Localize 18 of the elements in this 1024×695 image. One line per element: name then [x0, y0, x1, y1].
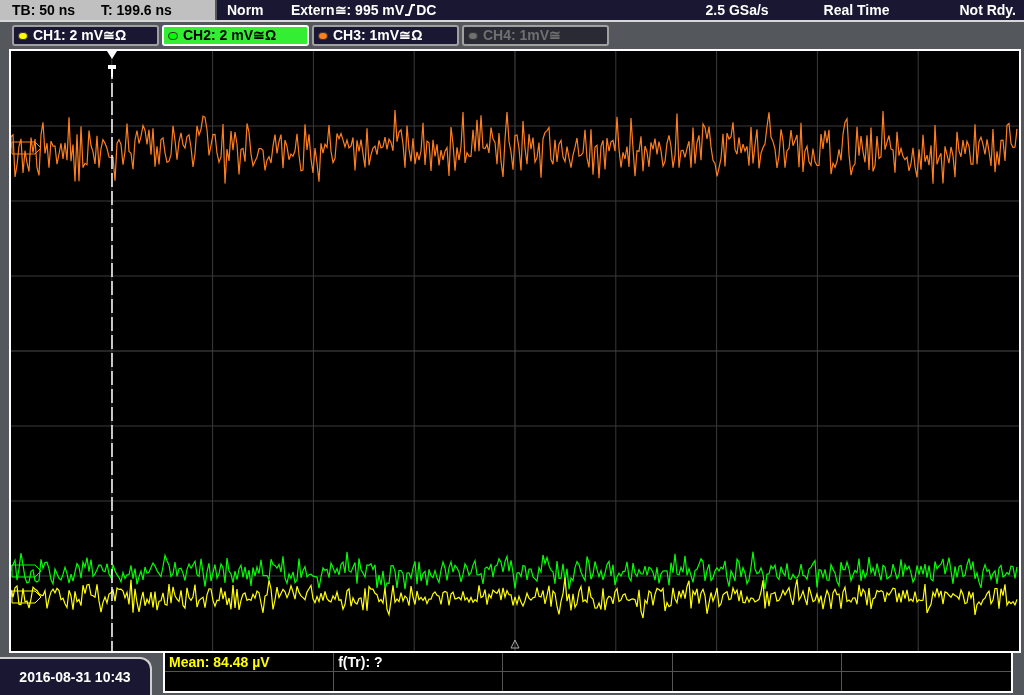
trigger-level-label: Extern≅: 995 mV [291, 0, 405, 20]
date-time-label: 2016-08-31 10:43 [19, 667, 131, 687]
rising-edge-icon [405, 4, 416, 16]
measurement-cell: f(Tr): ? [334, 653, 504, 672]
trigger-marker[interactable] [107, 51, 117, 651]
trigger-coupling-label: DC [416, 0, 437, 20]
sample-rate-label: 2.5 GSa/s [705, 0, 769, 20]
trigger-mode-label: Norm [227, 0, 265, 20]
trigger-position-icon [510, 639, 520, 649]
acquisition-mode-label: Real Time [823, 0, 890, 20]
channel-offset-marker[interactable] [11, 141, 42, 155]
channel-tab[interactable]: CH2: 2 mV≅Ω [162, 25, 309, 46]
channel-tab[interactable]: CH3: 1mV≅Ω [312, 25, 459, 46]
channel-tab[interactable]: CH1: 2 mV≅Ω [12, 25, 159, 46]
trigger-time-label: T: 199.6 ns [101, 0, 172, 20]
measurement-cell: Mean: 84.48 µV [165, 653, 335, 672]
acquisition-state-label: Not Rdy. [959, 0, 1016, 20]
timebase-label: TB: 50 ns [12, 0, 75, 20]
